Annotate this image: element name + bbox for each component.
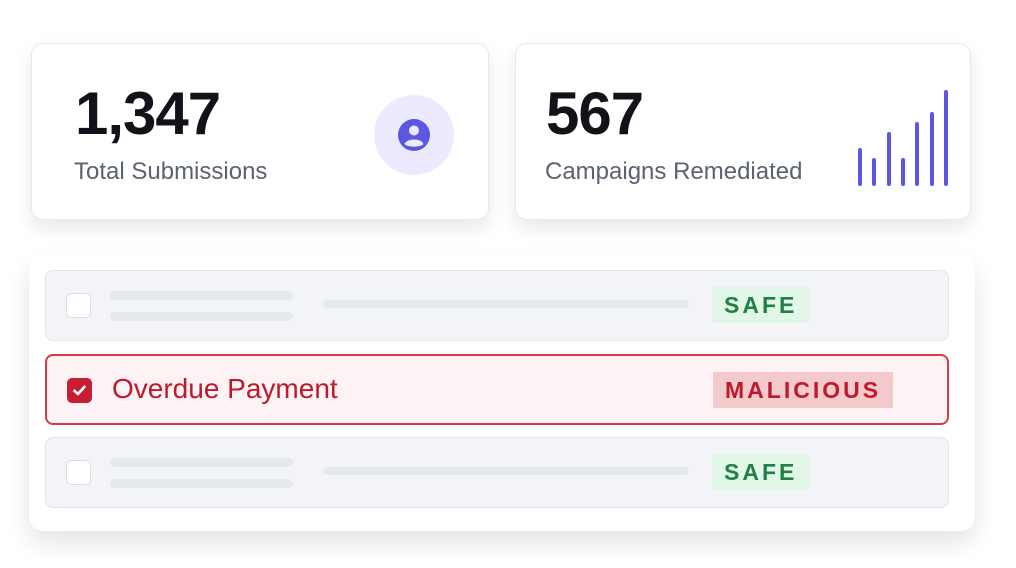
row-checkbox[interactable] [66, 460, 91, 485]
row-checkbox[interactable] [66, 293, 91, 318]
total-submissions-label: Total Submissions [74, 158, 268, 185]
check-icon [73, 385, 86, 396]
subject-placeholder [110, 479, 293, 488]
bar-chart-icon [858, 90, 948, 186]
campaigns-remediated-card: 567 Campaigns Remediated [515, 43, 971, 220]
dashboard: 1,347 Total Submissions 567 Campaigns Re… [0, 0, 1016, 568]
total-submissions-value: 1,347 [75, 80, 221, 147]
email-row-selected[interactable]: Overdue Payment MALICIOUS [45, 354, 949, 425]
email-list: SAFE Overdue Payment MALICIOUS SAFE [29, 255, 975, 531]
preview-placeholder [323, 300, 689, 308]
user-avatar-icon [374, 95, 454, 175]
campaigns-remediated-label: Campaigns Remediated [545, 158, 803, 185]
preview-placeholder [323, 467, 689, 475]
status-badge: MALICIOUS [713, 372, 894, 408]
status-badge: SAFE [712, 454, 810, 490]
user-circle-icon [398, 119, 430, 151]
row-checkbox-checked[interactable] [67, 378, 92, 403]
total-submissions-card: 1,347 Total Submissions [31, 43, 489, 220]
sender-placeholder [110, 291, 293, 300]
subject-placeholder [110, 312, 293, 321]
campaigns-remediated-value: 567 [546, 80, 644, 147]
email-row[interactable]: SAFE [45, 270, 949, 341]
status-badge: SAFE [712, 287, 810, 323]
email-row[interactable]: SAFE [45, 437, 949, 508]
email-subject: Overdue Payment [112, 373, 338, 404]
sender-placeholder [110, 458, 293, 467]
